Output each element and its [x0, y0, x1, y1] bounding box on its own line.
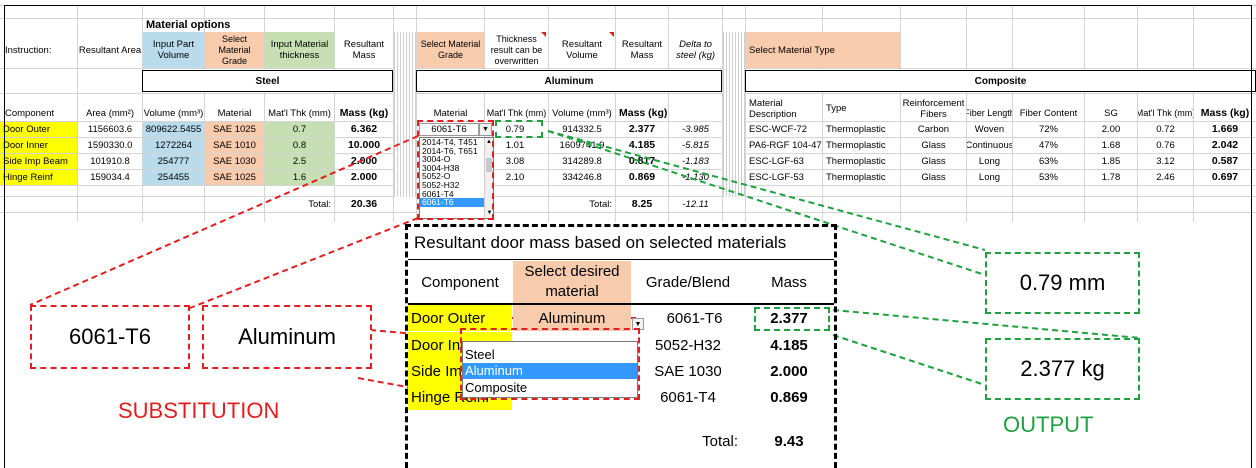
divider: [408, 259, 834, 260]
callout-grade: 6061-T6: [30, 305, 190, 369]
frame-left: [4, 5, 5, 468]
output-highlight: [754, 307, 830, 331]
summary-mass: 2.000: [770, 362, 808, 380]
callout-mass: 2.377 kg: [985, 338, 1140, 400]
substitution-leader-line: [29, 135, 419, 306]
summary-grade: 6061-T4: [660, 388, 716, 406]
substitution-leader-line: [189, 217, 419, 309]
summary-col-material: Select desired material: [513, 261, 631, 303]
summary-col-mass: Mass: [771, 273, 807, 291]
frame-right: [1251, 5, 1252, 468]
output-leader-line: [832, 309, 1141, 339]
summary-mass: 4.185: [770, 336, 808, 354]
summary-grade: SAE 1030: [654, 362, 722, 380]
substitution-highlight: [460, 328, 640, 400]
summary-total: 9.43: [774, 432, 804, 450]
summary-mass: 0.869: [770, 388, 808, 406]
summary-title: Resultant door mass based on selected ma…: [414, 233, 787, 252]
substitution-label: SUBSTITUTION: [118, 398, 280, 423]
output-highlight: [495, 120, 543, 138]
output-label: OUTPUT: [1003, 412, 1094, 437]
callout-thickness: 0.79 mm: [985, 252, 1140, 314]
callout-material: Aluminum: [202, 305, 372, 369]
summary-total-label: Total:: [702, 432, 738, 450]
output-leader-line: [832, 334, 986, 386]
summary-grade: 5052-H32: [655, 336, 721, 354]
frame-top: [4, 5, 1252, 6]
substitution-highlight: [417, 120, 494, 220]
summary-grade: 6061-T6: [666, 309, 723, 327]
summary-col-component: Component: [421, 273, 499, 291]
summary-col-grade: Grade/Blend: [645, 273, 731, 291]
